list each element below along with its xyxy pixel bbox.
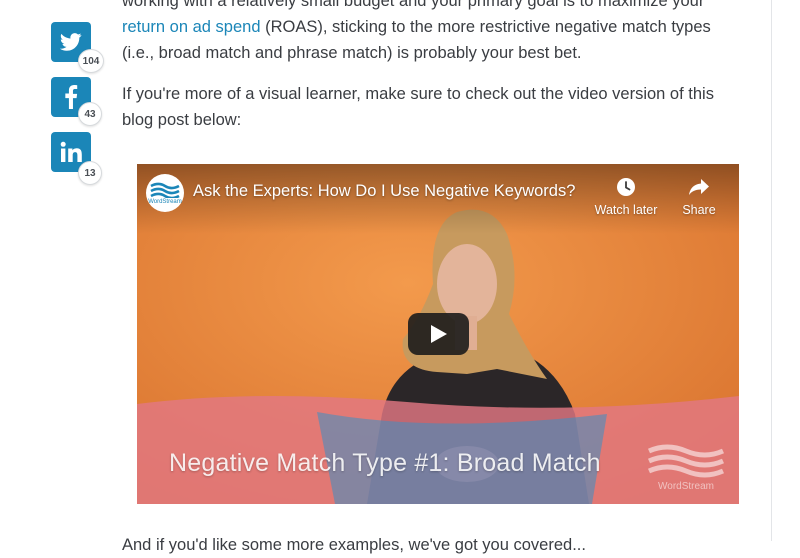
wordstream-wave-icon [150,182,180,198]
share-label: Share [682,203,716,217]
video-watermark: WordStream [645,444,727,492]
video-caption-overlay: Negative Match Type #1: Broad Match [169,449,601,477]
article-paragraph: working with a relatively small budget a… [122,0,747,66]
embedded-video-player[interactable]: WordStream Ask the Experts: How Do I Use… [137,164,739,504]
twitter-icon [60,33,82,51]
article-paragraph: And if you'd like some more examples, we… [122,536,586,554]
facebook-icon [65,85,78,109]
watermark-text: WordStream [658,481,714,492]
paragraph-text: (i.e., broad match and phrase match) is … [122,44,582,62]
roas-link[interactable]: return on ad spend [122,18,261,36]
wordstream-wave-icon [647,444,725,478]
article-paragraph: If you're more of a visual learner, make… [122,85,714,129]
clock-icon [617,178,635,196]
play-icon [430,325,447,343]
linkedin-share-count: 13 [78,161,102,185]
video-title[interactable]: Ask the Experts: How Do I Use Negative K… [193,182,575,201]
facebook-share-count: 43 [78,102,102,126]
watch-later-label: Watch later [594,203,658,217]
channel-logo[interactable]: WordStream [146,174,184,212]
twitter-share-count: 104 [78,49,104,73]
linkedin-icon [60,141,82,162]
watch-later-button[interactable]: Watch later [593,176,659,217]
share-video-button[interactable]: Share [666,176,732,217]
content-right-border [771,0,772,541]
share-arrow-icon [689,179,709,195]
paragraph-text: working with a relatively small budget a… [122,0,705,10]
channel-logo-text: WordStream [148,198,182,205]
play-button[interactable] [408,313,469,355]
paragraph-text: (ROAS), sticking to the more restrictive… [260,18,711,36]
